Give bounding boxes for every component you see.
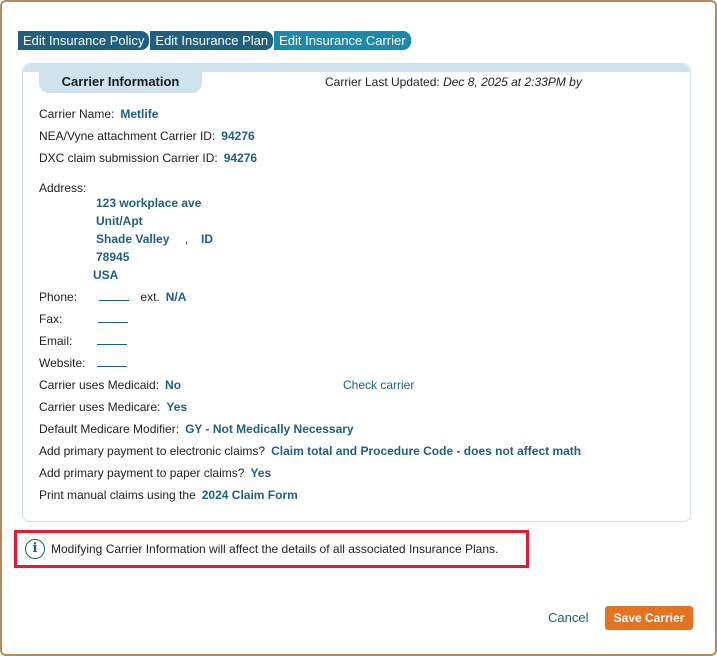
modifier-label: Default Medicare Modifier: [39, 422, 180, 436]
medicare-value: Yes [166, 400, 188, 414]
website-label: Website: [39, 356, 86, 370]
modifier-value: GY - Not Medically Necessary [185, 422, 354, 436]
address-state: ID [201, 232, 213, 246]
check-carrier-link[interactable]: Check carrier [343, 378, 414, 392]
modifier-row: Default Medicare Modifier: GY - Not Medic… [39, 422, 354, 436]
medicare-row: Carrier uses Medicare: Yes [39, 400, 187, 414]
last-updated: Carrier Last Updated: Dec 8, 2025 at 2:3… [325, 75, 582, 89]
medicaid-row: Carrier uses Medicaid: No [39, 378, 181, 392]
section-title: Carrier Information [39, 70, 202, 93]
address-city-separator: , [185, 232, 189, 246]
tab-edit-insurance-policy[interactable]: Edit Insurance Policy [18, 31, 150, 50]
tab-edit-insurance-carrier[interactable]: Edit Insurance Carrier [274, 31, 411, 50]
email-label: Email: [39, 334, 73, 348]
medicare-label: Carrier uses Medicare: [39, 400, 161, 414]
address-line1: 123 workplace ave [96, 196, 202, 210]
phone-value [99, 292, 130, 301]
address-line2: Unit/Apt [96, 214, 143, 228]
medicaid-label: Carrier uses Medicaid: [39, 378, 160, 392]
website-row: Website: [39, 356, 128, 370]
paper-claims-label: Add primary payment to paper claims? [39, 466, 245, 480]
claim-form-value: 2024 Claim Form [201, 488, 298, 502]
phone-row: Phone: ext. N/A [39, 290, 186, 304]
fax-row: Fax: [39, 312, 129, 326]
save-carrier-button[interactable]: Save Carrier [605, 606, 693, 630]
edit-carrier-dialog: Edit Insurance Policy Edit Insurance Pla… [0, 0, 717, 656]
fax-label: Fax: [39, 312, 63, 326]
carrier-name-value: Metlife [120, 107, 159, 121]
carrier-info-card: Carrier Information Carrier Last Updated… [22, 63, 691, 522]
address-label: Address: [39, 181, 87, 195]
nea-id-value: 94276 [221, 129, 255, 143]
info-icon: i [25, 539, 45, 559]
electronic-claims-row: Add primary payment to electronic claims… [39, 444, 581, 458]
medicaid-value: No [165, 378, 182, 392]
email-row: Email: [39, 334, 128, 348]
cancel-button[interactable]: Cancel [548, 610, 588, 625]
claim-form-label: Print manual claims using the [39, 488, 196, 502]
website-value [97, 358, 128, 367]
carrier-change-notice: i Modifying Carrier Information will aff… [14, 530, 529, 568]
carrier-name-label: Carrier Name: [39, 107, 115, 121]
paper-claims-value: Yes [250, 466, 272, 480]
paper-claims-row: Add primary payment to paper claims? Yes [39, 466, 271, 480]
email-value [97, 336, 128, 345]
nea-id-row: NEA/Vyne attachment Carrier ID: 94276 [39, 129, 255, 143]
carrier-name-row: Carrier Name: Metlife [39, 107, 158, 121]
phone-label: Phone: [39, 290, 78, 304]
ext-label: ext. [140, 290, 160, 304]
dxc-id-value: 94276 [223, 151, 258, 165]
last-updated-label: Carrier Last Updated: [325, 75, 440, 89]
ext-value: N/A [165, 290, 187, 304]
address-country: USA [93, 268, 119, 282]
edit-tabs: Edit Insurance Policy Edit Insurance Pla… [18, 31, 412, 50]
dxc-id-row: DXC claim submission Carrier ID: 94276 [39, 151, 257, 165]
claim-form-row: Print manual claims using the 2024 Claim … [39, 488, 298, 502]
nea-id-label: NEA/Vyne attachment Carrier ID: [39, 129, 216, 143]
fax-value [98, 314, 129, 323]
dxc-id-label: DXC claim submission Carrier ID: [39, 151, 218, 165]
last-updated-value: Dec 8, 2025 at 2:33PM by [443, 75, 582, 89]
address-zip: 78945 [96, 250, 130, 264]
electronic-claims-label: Add primary payment to electronic claims… [39, 444, 266, 458]
notice-text: Modifying Carrier Information will affec… [51, 542, 499, 556]
tab-edit-insurance-plan[interactable]: Edit Insurance Plan [150, 31, 274, 50]
address-city: Shade Valley [96, 232, 170, 246]
electronic-claims-value: Claim total and Procedure Code - does no… [271, 444, 582, 458]
